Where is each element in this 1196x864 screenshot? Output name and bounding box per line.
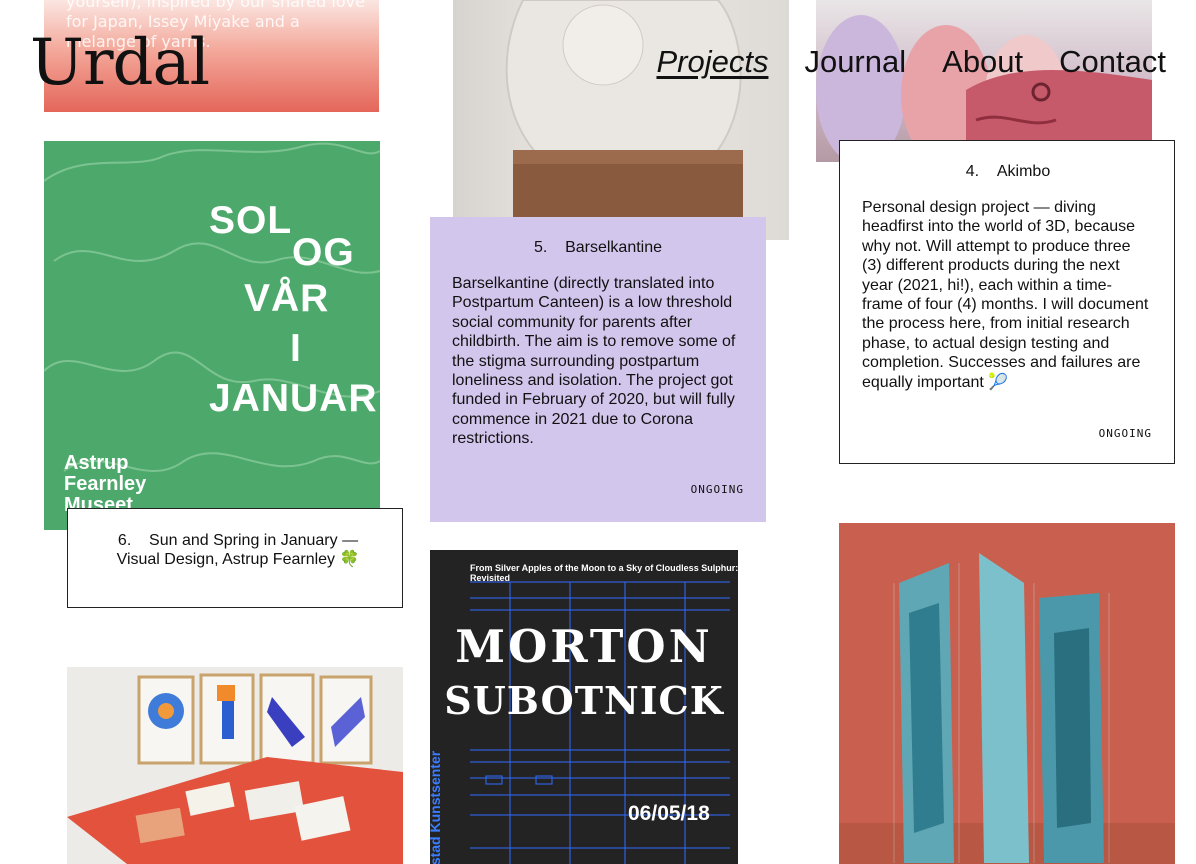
poster-word-og: OG: [292, 231, 355, 274]
yarn-illustration: [816, 15, 1152, 162]
card-number: 5.: [533, 239, 548, 256]
poster-word-januar: JANUAR: [209, 377, 378, 420]
card-title: Akimbo: [996, 163, 1051, 180]
site-logo[interactable]: Urdal: [30, 28, 210, 98]
project-card-akimbo[interactable]: 4. Akimbo Personal design project — divi…: [839, 140, 1175, 464]
museum-line: Fearnley: [64, 473, 147, 495]
project-poster-morton-subotnick[interactable]: From Silver Apples of the Moon to a Sky …: [430, 550, 738, 864]
nav-journal[interactable]: Journal: [804, 44, 906, 80]
card-heading: 4. Akimbo: [840, 163, 1176, 181]
project-card-sun-and-spring[interactable]: 6. Sun and Spring in January — Visual De…: [67, 508, 403, 608]
poster-title-line2: SUBOTNICK: [444, 678, 724, 723]
nav-projects[interactable]: Projects: [656, 44, 768, 80]
installation-illustration: [839, 523, 1175, 864]
card-heading: 6. Sun and Spring in January — Visual De…: [98, 531, 378, 569]
card-status: ONGOING: [1098, 427, 1152, 440]
project-image-installation[interactable]: [839, 523, 1175, 864]
poster-word-i: I: [290, 327, 302, 370]
sculpture-illustration: [505, 0, 743, 240]
card-title: Barselkantine: [565, 239, 663, 256]
poster-subtitle: From Silver Apples of the Moon to a Sky …: [470, 563, 738, 583]
poster-word-var: VÅR: [244, 277, 330, 320]
nav-about[interactable]: About: [942, 44, 1023, 80]
card-number: 4.: [965, 163, 980, 180]
project-image-sculpture[interactable]: [453, 0, 789, 240]
project-image-exhibition[interactable]: [67, 667, 403, 864]
card-title: Sun and Spring in January — Visual Desig…: [116, 532, 360, 568]
poster-title-line1: MORTON: [455, 620, 713, 673]
poster-venue: stad Kunstsenter: [430, 750, 444, 864]
card-status: ONGOING: [690, 483, 744, 496]
poster-museum-name: Astrup Fearnley Museet: [64, 453, 146, 516]
card-description: Personal design project — diving headfir…: [862, 199, 1149, 391]
poster-word-sol: SOL: [209, 199, 293, 242]
card-description: Barselkantine (directly translated into …: [452, 275, 736, 448]
poster-date: 06/05/18: [628, 802, 710, 825]
project-image-yarn[interactable]: [816, 0, 1152, 162]
project-card-barselkantine[interactable]: 5. Barselkantine Barselkantine (directly…: [430, 217, 766, 522]
project-poster-sol-og-var[interactable]: SOL OG VÅR I JANUAR Astrup Fearnley Muse…: [44, 141, 380, 530]
nav-contact[interactable]: Contact: [1059, 44, 1166, 80]
card-heading: 5. Barselkantine: [430, 239, 766, 257]
exhibition-illustration: [67, 667, 403, 864]
museum-line: Astrup: [64, 452, 129, 474]
main-nav: Projects Journal About Contact: [656, 44, 1166, 80]
card-number: 6.: [117, 532, 132, 549]
